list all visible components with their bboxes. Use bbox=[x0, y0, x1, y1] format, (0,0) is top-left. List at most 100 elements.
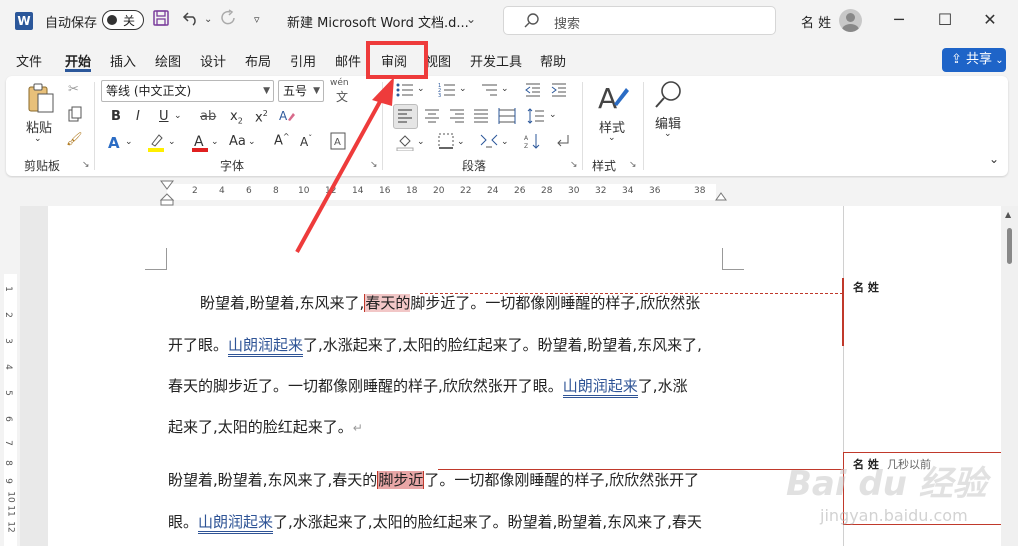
numbering-icon[interactable]: 123 bbox=[438, 82, 456, 102]
change-case-icon[interactable]: Aa bbox=[229, 134, 246, 149]
scroll-up-icon[interactable]: ▲ bbox=[1005, 210, 1011, 219]
multilevel-list-icon[interactable] bbox=[480, 82, 498, 102]
font-launcher-icon[interactable]: ↘ bbox=[370, 160, 378, 170]
autosave-toggle[interactable]: 关 bbox=[102, 10, 144, 30]
line-spacing-dropdown-icon[interactable]: ⌄ bbox=[549, 110, 557, 120]
tab-references[interactable]: 引用 bbox=[290, 51, 316, 70]
bullets-icon[interactable] bbox=[396, 82, 414, 102]
font-color-icon[interactable]: A bbox=[191, 132, 209, 156]
styles-launcher-icon[interactable]: ↘ bbox=[629, 160, 637, 170]
show-marks-icon[interactable] bbox=[555, 133, 571, 153]
chinese-layout-dropdown-icon[interactable]: ⌄ bbox=[501, 137, 509, 147]
align-center-icon[interactable] bbox=[424, 109, 440, 127]
paste-dropdown-icon[interactable]: ⌄ bbox=[34, 134, 42, 144]
strikethrough-icon[interactable]: ab bbox=[200, 109, 216, 124]
tab-draw[interactable]: 绘图 bbox=[155, 51, 181, 70]
distributed-icon[interactable] bbox=[498, 107, 516, 129]
shrink-font-icon[interactable]: Aˇ bbox=[300, 134, 312, 149]
cut-icon[interactable]: ✂ bbox=[68, 82, 79, 97]
ruler-tick: 32 bbox=[595, 186, 607, 196]
align-right-icon[interactable] bbox=[449, 109, 465, 127]
borders-dropdown-icon[interactable]: ⌄ bbox=[457, 137, 465, 147]
find-icon[interactable] bbox=[653, 80, 683, 114]
search-box[interactable]: 搜索 bbox=[503, 6, 776, 35]
ribbon-separator bbox=[643, 82, 644, 170]
doc-line[interactable]: 春天的脚步近了。一切都像刚睡醒的样子,欣欣然张开了眼。山朗润起来了,水涨 bbox=[168, 377, 728, 398]
inserted-text: 山朗润起来 bbox=[228, 336, 304, 357]
doc-line[interactable]: 眼。山朗润起来了,水涨起来了,太阳的脸红起来了。盼望着,盼望着,东风来了,春天 bbox=[168, 513, 728, 534]
bullets-dropdown-icon[interactable]: ⌄ bbox=[417, 84, 425, 94]
redo-icon[interactable] bbox=[220, 9, 238, 32]
doc-line[interactable]: 盼望着,盼望着,东风来了,春天的脚步近了。一切都像刚睡醒的样子,欣欣然张开了 bbox=[168, 471, 728, 489]
italic-icon[interactable]: I bbox=[136, 109, 140, 124]
subscript-icon[interactable]: x2 bbox=[230, 109, 243, 126]
line-spacing-icon[interactable] bbox=[527, 107, 545, 129]
doc-line[interactable]: 起来了,太阳的脸红起来了。↵ bbox=[168, 418, 728, 437]
styles-dropdown-icon[interactable]: ⌄ bbox=[608, 133, 616, 143]
doc-line[interactable]: 开了眼。山朗润起来了,水涨起来了,太阳的脸红起来了。盼望着,盼望着,东风来了, bbox=[168, 336, 728, 357]
title-dropdown-icon[interactable]: ⌄ bbox=[466, 12, 476, 26]
chinese-layout-icon[interactable] bbox=[480, 133, 498, 153]
clipboard-launcher-icon[interactable]: ↘ bbox=[82, 160, 90, 170]
user-name[interactable]: 名 姓 bbox=[801, 12, 831, 31]
underline-icon[interactable]: U bbox=[159, 109, 169, 124]
paste-icon[interactable] bbox=[26, 82, 56, 118]
scroll-thumb[interactable] bbox=[1007, 228, 1012, 264]
font-name-combo[interactable]: 等线 (中文正文) ▼ bbox=[101, 80, 274, 102]
highlight-icon[interactable] bbox=[147, 132, 165, 156]
increase-indent-icon[interactable] bbox=[551, 82, 567, 102]
tab-file[interactable]: 文件 bbox=[16, 51, 42, 70]
share-button[interactable]: ⇪ 共享 ⌄ bbox=[942, 48, 1006, 72]
copy-icon[interactable] bbox=[68, 106, 82, 126]
justify-icon[interactable] bbox=[473, 109, 489, 127]
doc-line[interactable]: 盼望着,盼望着,东风来了,春天的脚步近了。一切都像刚睡醒的样子,欣欣然张 bbox=[200, 294, 760, 312]
text-run: 了,水涨起来了,太阳的脸红起来了。盼望着,盼望着,东风来了,春天 bbox=[273, 513, 702, 531]
undo-icon[interactable] bbox=[182, 9, 200, 32]
right-indent-marker-icon[interactable] bbox=[715, 192, 727, 202]
tab-layout[interactable]: 布局 bbox=[245, 51, 271, 70]
numbering-dropdown-icon[interactable]: ⌄ bbox=[459, 84, 467, 94]
phonetic-guide-icon[interactable]: wén bbox=[330, 78, 349, 88]
font-color-dropdown-icon[interactable]: ⌄ bbox=[211, 137, 219, 147]
paragraph-launcher-icon[interactable]: ↘ bbox=[570, 160, 578, 170]
minimize-icon[interactable]: ─ bbox=[884, 8, 914, 32]
tab-design[interactable]: 设计 bbox=[200, 51, 226, 70]
tab-help[interactable]: 帮助 bbox=[540, 51, 566, 70]
text-effects-icon[interactable]: A bbox=[108, 134, 120, 152]
borders-icon[interactable] bbox=[438, 133, 454, 153]
format-painter-icon[interactable]: 🖌 bbox=[66, 132, 83, 147]
editing-dropdown-icon[interactable]: ⌄ bbox=[664, 129, 672, 139]
tab-mailings[interactable]: 邮件 bbox=[335, 51, 361, 70]
undo-dropdown-icon[interactable]: ⌄ bbox=[204, 14, 212, 25]
sort-icon[interactable]: AZ bbox=[524, 133, 542, 153]
indent-marker-icon[interactable] bbox=[160, 180, 174, 206]
tab-home[interactable]: 开始 bbox=[65, 51, 91, 70]
change-case-dropdown-icon[interactable]: ⌄ bbox=[248, 137, 256, 147]
document-title[interactable]: 新建 Microsoft Word 文档.d... bbox=[287, 12, 469, 31]
avatar[interactable] bbox=[839, 9, 862, 32]
toggle-knob bbox=[107, 15, 117, 25]
highlight-dropdown-icon[interactable]: ⌄ bbox=[168, 137, 176, 147]
underline-dropdown-icon[interactable]: ⌄ bbox=[174, 111, 182, 121]
character-border-icon[interactable]: A bbox=[330, 132, 346, 154]
text-effects-dropdown-icon[interactable]: ⌄ bbox=[125, 137, 133, 147]
shading-dropdown-icon[interactable]: ⌄ bbox=[417, 137, 425, 147]
styles-icon[interactable]: A bbox=[596, 82, 630, 116]
tab-view[interactable]: 视图 bbox=[425, 51, 451, 70]
customize-icon[interactable]: ▿ bbox=[254, 13, 260, 26]
font-size-combo[interactable]: 五号 ▼ bbox=[278, 80, 324, 102]
tab-developer[interactable]: 开发工具 bbox=[470, 51, 522, 70]
bold-icon[interactable]: B bbox=[111, 109, 121, 124]
grow-font-icon[interactable]: A^ bbox=[274, 132, 290, 148]
collapse-ribbon-icon[interactable]: ⌄ bbox=[989, 152, 999, 166]
maximize-icon[interactable]: ☐ bbox=[930, 8, 960, 32]
multilevel-dropdown-icon[interactable]: ⌄ bbox=[501, 84, 509, 94]
superscript-icon[interactable]: x2 bbox=[255, 109, 268, 125]
clear-formatting-icon[interactable]: A bbox=[278, 108, 296, 128]
tab-insert[interactable]: 插入 bbox=[110, 51, 136, 70]
save-icon[interactable] bbox=[152, 9, 170, 32]
decrease-indent-icon[interactable] bbox=[525, 82, 541, 102]
shading-icon[interactable] bbox=[396, 133, 414, 155]
align-left-icon[interactable] bbox=[397, 109, 413, 127]
close-icon[interactable]: ✕ bbox=[975, 8, 1005, 32]
